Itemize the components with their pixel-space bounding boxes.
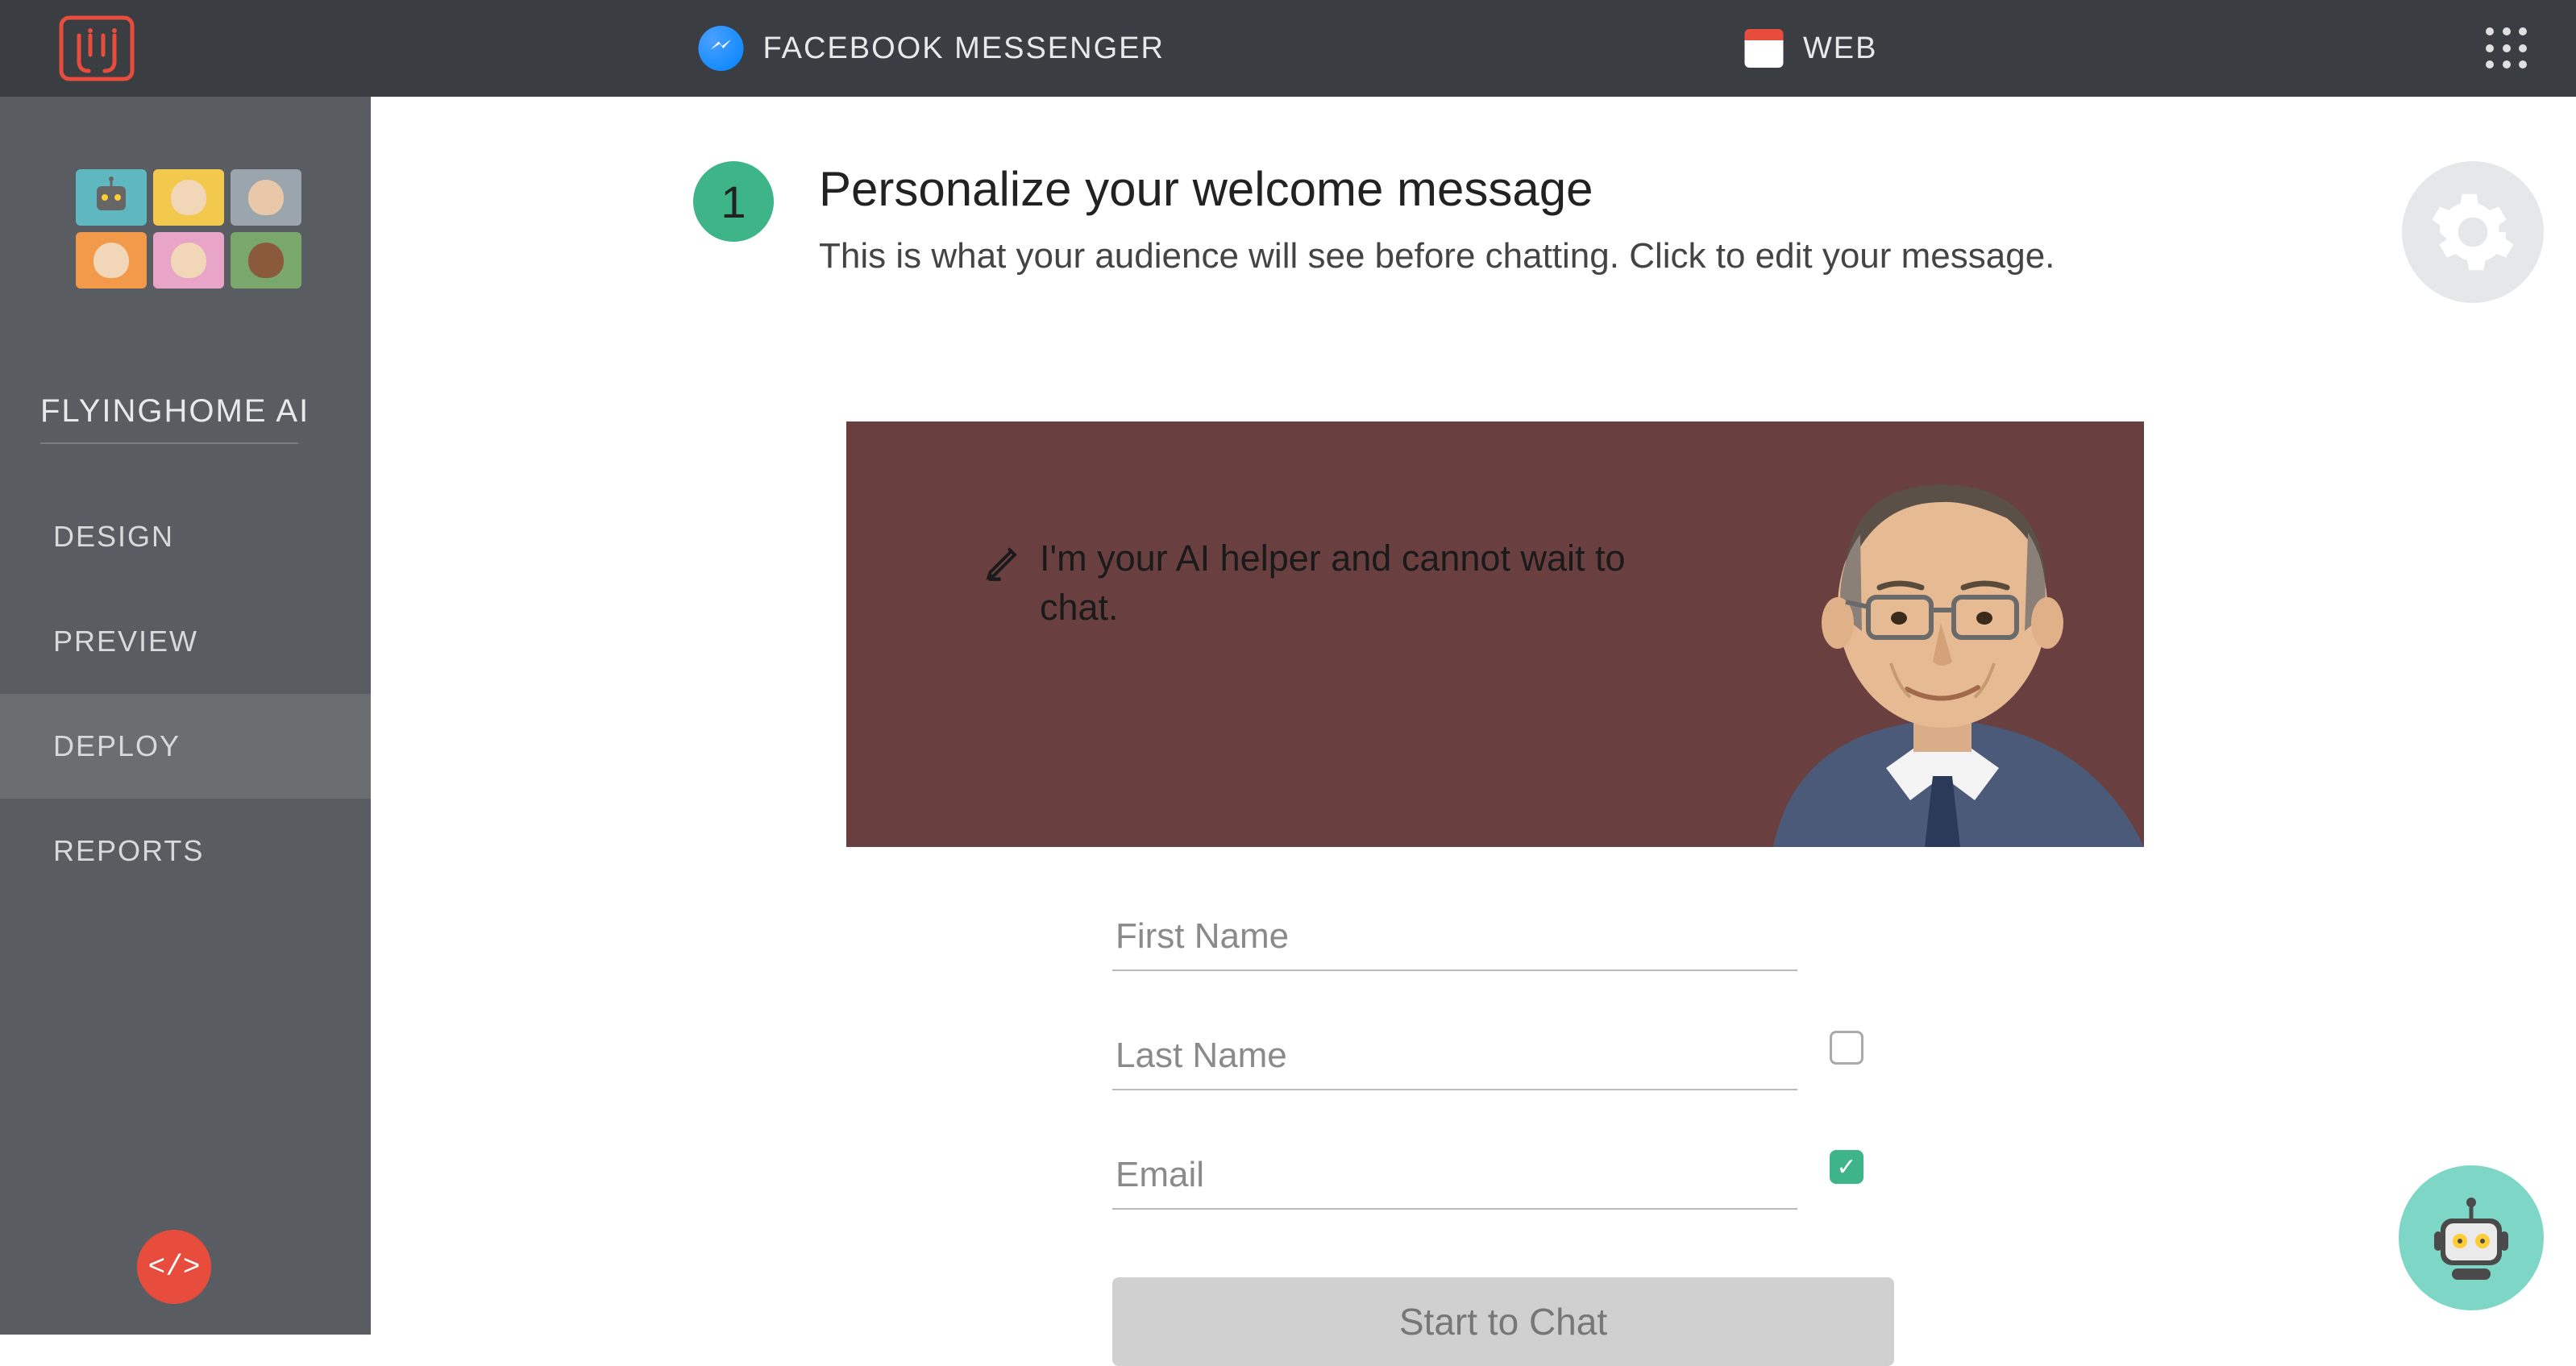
code-button[interactable]: </> — [137, 1230, 211, 1304]
messenger-icon — [698, 26, 743, 71]
step-subtitle: This is what your audience will see befo… — [819, 236, 2055, 276]
step-title: Personalize your welcome message — [819, 161, 2055, 217]
email-input[interactable] — [1112, 1142, 1797, 1210]
welcome-message-text[interactable]: I'm your AI helper and cannot wait to ch… — [1040, 534, 1685, 633]
ai-avatar-image — [1725, 421, 2144, 847]
step-header: 1 Personalize your welcome message This … — [693, 161, 2495, 276]
main-content: 1 Personalize your welcome message This … — [371, 97, 2576, 1335]
tab-label: FACEBOOK MESSENGER — [762, 31, 1164, 66]
edit-icon[interactable] — [983, 534, 1025, 587]
avatar-grid[interactable] — [76, 169, 371, 289]
tab-facebook-messenger[interactable]: FACEBOOK MESSENGER — [698, 0, 1164, 97]
first-name-input[interactable] — [1112, 903, 1797, 971]
sidebar-item-reports[interactable]: REPORTS — [0, 799, 371, 903]
step-number-badge: 1 — [693, 161, 774, 242]
project-title: FLYINGHOME AI — [0, 393, 371, 442]
chatbot-launcher[interactable] — [2399, 1165, 2544, 1310]
channel-tabs: FACEBOOK MESSENGER WEB — [698, 0, 1877, 97]
apps-menu-icon[interactable] — [2486, 27, 2528, 69]
divider — [40, 442, 298, 444]
juji-logo[interactable] — [48, 13, 145, 84]
sidebar-item-design[interactable]: DESIGN — [0, 484, 371, 589]
sidebar-item-deploy[interactable]: DEPLOY — [0, 694, 371, 799]
tab-label: WEB — [1803, 31, 1878, 66]
tab-web[interactable]: WEB — [1745, 0, 1878, 97]
welcome-banner[interactable]: I'm your AI helper and cannot wait to ch… — [846, 421, 2144, 847]
gear-icon — [2429, 188, 2517, 276]
settings-button[interactable] — [2402, 161, 2544, 303]
logo-icon — [56, 13, 137, 84]
robot-icon — [2423, 1190, 2520, 1286]
web-icon — [1745, 29, 1784, 68]
last-name-input[interactable] — [1112, 1023, 1797, 1090]
robot-avatar-icon — [89, 175, 134, 220]
sidebar: FLYINGHOME AI DESIGN PREVIEW DEPLOY REPO… — [0, 97, 371, 1335]
sidebar-item-preview[interactable]: PREVIEW — [0, 589, 371, 694]
visitor-form: ✓ Start to Chat — [1112, 903, 1894, 1366]
topbar: FACEBOOK MESSENGER WEB — [0, 0, 2576, 97]
email-required-checkbox[interactable]: ✓ — [1830, 1150, 1863, 1184]
start-to-chat-button[interactable]: Start to Chat — [1112, 1277, 1894, 1366]
last-name-required-checkbox[interactable] — [1830, 1031, 1863, 1065]
